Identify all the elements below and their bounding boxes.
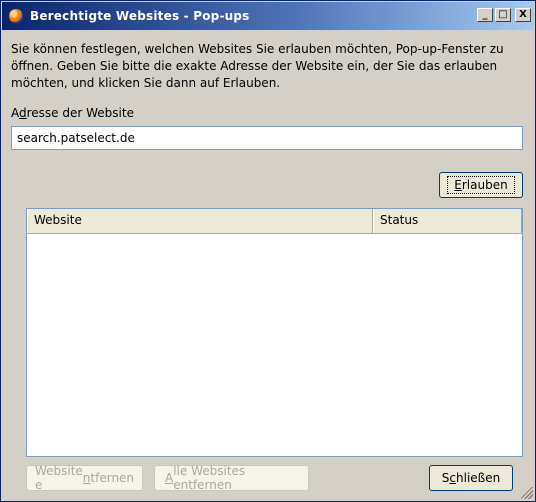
minimize-icon: _ — [482, 9, 488, 20]
maximize-button[interactable]: □ — [495, 8, 511, 22]
close-window-button[interactable]: X — [515, 8, 531, 22]
website-address-input[interactable] — [11, 126, 523, 150]
intro-text: Sie können festlegen, welchen Websites S… — [11, 42, 504, 90]
table-header: Website Status — [27, 209, 522, 234]
popup-permissions-dialog: Berechtigte Websites - Pop-ups _ □ X Sie… — [0, 0, 536, 502]
window-title: Berechtigte Websites - Pop-ups — [30, 9, 250, 23]
allow-button-label: Erlauben — [447, 176, 515, 194]
column-header-website[interactable]: Website — [27, 209, 373, 233]
dialog-body: Sie können festlegen, welchen Websites S… — [11, 41, 527, 150]
allow-button[interactable]: Erlauben — [439, 172, 523, 198]
address-label: Adresse der Website — [11, 106, 134, 120]
window-controls: _ □ X — [477, 8, 531, 22]
resize-grip-icon[interactable] — [521, 487, 533, 499]
title-bar[interactable]: Berechtigte Websites - Pop-ups _ □ X — [2, 2, 534, 30]
minimize-button[interactable]: _ — [477, 8, 493, 22]
remove-all-websites-button[interactable]: Alle Websites entfernen — [154, 464, 309, 492]
close-icon: X — [519, 9, 527, 20]
maximize-icon: □ — [498, 9, 508, 20]
firefox-icon — [8, 8, 24, 24]
remove-website-button[interactable]: Website e n tfernen — [26, 464, 143, 492]
column-header-status[interactable]: Status — [373, 209, 522, 233]
websites-table[interactable]: Website Status — [26, 208, 523, 457]
close-button[interactable]: Sc hließen — [429, 465, 513, 491]
